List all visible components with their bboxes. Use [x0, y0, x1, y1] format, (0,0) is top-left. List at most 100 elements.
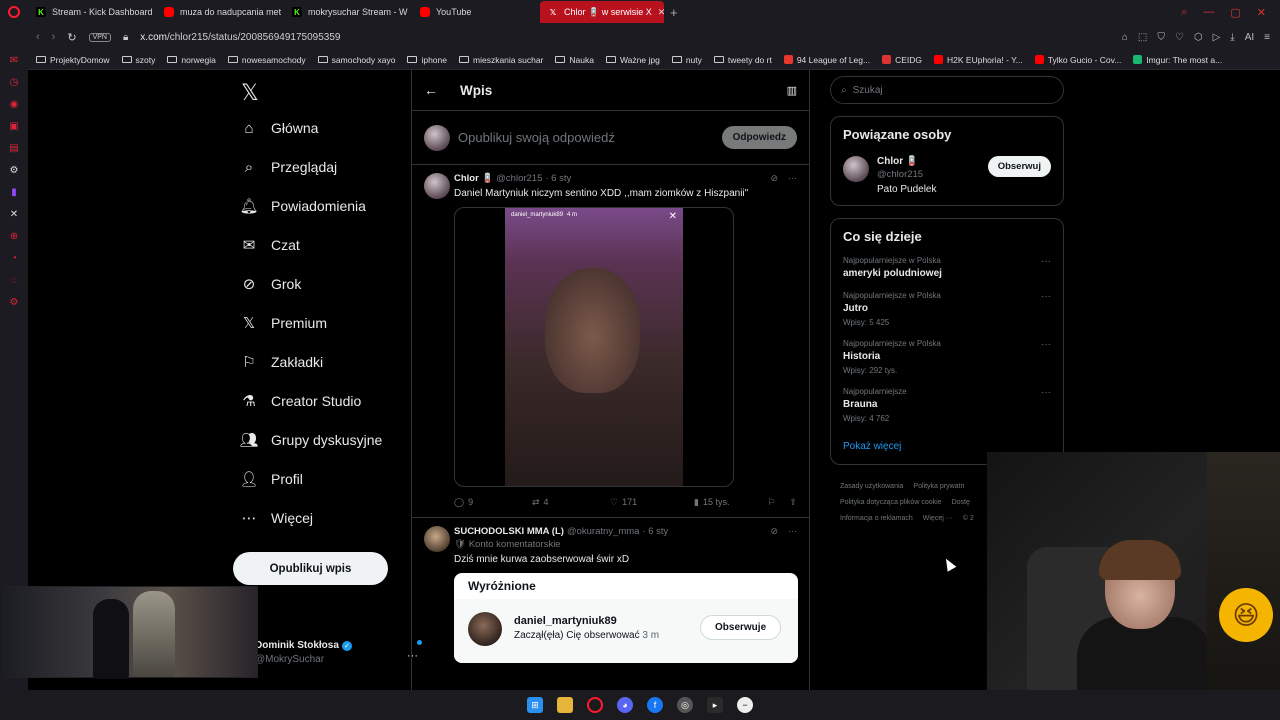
bookmark-site[interactable]: 94 League of Leg...: [783, 55, 870, 65]
reply-action[interactable]: ◯ 9: [454, 497, 532, 508]
tweet-author-handle[interactable]: @okuratny_mma: [567, 526, 639, 537]
account-switcher[interactable]: Dominik Stokłosa ✓ @MokrySuchar ···: [255, 640, 422, 665]
trend-item[interactable]: Najpopularniejsze w Polska ameryki polud…: [843, 256, 1051, 279]
reply-tweet[interactable]: SUCHODOLSKI MMA (L) @okuratny_mma · 6 st…: [412, 518, 809, 663]
featured-card[interactable]: Wyróżnione daniel_martyniuk89 Zaczął(ęła…: [454, 573, 798, 663]
pinboard-icon[interactable]: ▣: [7, 120, 21, 132]
back-arrow-icon[interactable]: ←: [424, 82, 438, 98]
nav-item-grok[interactable]: ⊘ Grok: [241, 276, 302, 293]
repost-action[interactable]: ⇄ 4: [532, 497, 610, 508]
bookmark-folder[interactable]: nowesamochody: [227, 55, 306, 65]
footer-link[interactable]: Więcej ···: [923, 515, 953, 522]
more-icon[interactable]: ···: [1041, 339, 1051, 350]
opera-icon[interactable]: [587, 697, 603, 713]
opera-logo-icon[interactable]: [0, 0, 28, 24]
browser-tab-active[interactable]: 𝕏 Chlor 🪫 w serwisie X ✕: [540, 1, 664, 23]
bookmark-site[interactable]: Tylko Gucio - Cov...: [1034, 55, 1121, 65]
x-icon[interactable]: ✕: [7, 208, 21, 220]
share-icon[interactable]: ⇪: [789, 497, 797, 508]
bookmark-site[interactable]: Imgur: The most a...: [1133, 55, 1222, 65]
messenger-icon[interactable]: f: [647, 697, 663, 713]
windows-start-icon[interactable]: ⊞: [527, 697, 543, 713]
browser-tab[interactable]: K Stream - Kick Dashboard: [28, 1, 156, 23]
tweet-video[interactable]: daniel_martyniuk89 4 m ✕: [454, 207, 734, 487]
x-logo-icon[interactable]: 𝕏: [241, 80, 259, 106]
bookmark-folder[interactable]: szoty: [121, 55, 155, 65]
follow-button[interactable]: Obserwuj: [987, 156, 1051, 177]
tweet-time[interactable]: · 6 sty: [545, 173, 571, 184]
extensions-icon[interactable]: ⬡: [1194, 32, 1203, 43]
bookmark-site[interactable]: CEIDG: [882, 55, 922, 65]
bookmark-folder[interactable]: norwegia: [167, 55, 216, 65]
url-field[interactable]: x.com/chlor215/status/2008569491750953​5…: [140, 32, 340, 43]
footer-link[interactable]: Zasady użytkowania: [840, 483, 903, 490]
chatgpt-icon[interactable]: ⚙: [7, 164, 21, 176]
footer-link[interactable]: Polityka prywatn: [913, 483, 964, 490]
bookmark-folder[interactable]: ProjektyDomow: [36, 55, 110, 65]
nav-item-chat[interactable]: ✉ Czat: [241, 237, 300, 254]
twitch-icon[interactable]: ▮: [7, 186, 21, 198]
ai-button[interactable]: AI: [1245, 32, 1254, 43]
trend-item[interactable]: Najpopularniejsze w Polska Historia Wpis…: [843, 339, 1051, 375]
bookmark-icon[interactable]: ⚐: [767, 497, 775, 508]
forward-icon[interactable]: ›: [52, 31, 56, 43]
search-input[interactable]: ⌕ Szukaj: [830, 76, 1064, 104]
nav-item-explore[interactable]: ⌕ Przeglądaj: [241, 159, 337, 176]
reply-button[interactable]: Odpowiedz: [721, 126, 797, 149]
more-icon[interactable]: ···: [1041, 387, 1051, 398]
tweet-author-handle[interactable]: @chlor215: [496, 173, 542, 184]
reader-mode-icon[interactable]: ▥: [787, 84, 797, 97]
footer-link[interactable]: Dostę: [952, 499, 970, 506]
nav-item-home[interactable]: ⌂ Główna: [241, 120, 318, 137]
app-icon[interactable]: −: [737, 697, 753, 713]
reply-tweet[interactable]: Chlor 🪫 @chlor215 · 6 sty ⊘ ··· Daniel Ma…: [412, 165, 809, 518]
trend-item[interactable]: Najpopularniejsze Brauna Wpisy: 4 762 ··…: [843, 387, 1051, 423]
browser-tab[interactable]: YouTube: [412, 1, 540, 23]
nav-item-bookmarks[interactable]: ⚐ Zakładki: [241, 354, 323, 371]
more-icon[interactable]: ···: [1041, 256, 1051, 267]
avatar[interactable]: [424, 526, 450, 552]
views-action[interactable]: ▮ 15 tys.: [694, 497, 729, 508]
app-icon[interactable]: ◎: [677, 697, 693, 713]
bookmark-folder[interactable]: nuty: [671, 55, 702, 65]
heart-icon[interactable]: ♡: [1175, 32, 1184, 43]
speed-dial-icon[interactable]: ◉: [7, 98, 21, 110]
clock-icon[interactable]: ◔: [7, 252, 21, 264]
bookmark-page-icon[interactable]: ⌂: [1122, 32, 1128, 43]
chat-icon[interactable]: ◌: [7, 274, 21, 286]
download-icon[interactable]: ⤓: [1230, 32, 1234, 43]
back-icon[interactable]: ‹: [36, 31, 40, 43]
nav-item-creator-studio[interactable]: ⚗ Creator Studio: [241, 393, 361, 410]
nav-item-more[interactable]: ⋯ Więcej: [241, 510, 314, 527]
footer-link[interactable]: Polityka dotycząca plików cookie: [840, 499, 942, 506]
maximize-icon[interactable]: ▢: [1230, 6, 1240, 19]
tweet-author-name[interactable]: Chlor 🪫: [454, 173, 493, 184]
like-action[interactable]: ♡ 171: [610, 497, 680, 508]
close-window-icon[interactable]: ✕: [1257, 6, 1266, 19]
bookmark-folder[interactable]: Ważne jpg: [605, 55, 660, 65]
browser-tab[interactable]: muza do nadupcania met: [156, 1, 284, 23]
bookmark-site[interactable]: H2K EUphoria! - Y...: [934, 55, 1023, 65]
bookmark-folder[interactable]: mieszkania suchar: [459, 55, 543, 65]
more-icon[interactable]: ···: [788, 526, 797, 537]
bookmark-folder[interactable]: samochody xayo: [317, 55, 395, 65]
settings-icon[interactable]: ⚙: [7, 296, 21, 308]
browser-tab[interactable]: Kmokrysuchar Stream - W: [284, 1, 412, 23]
reply-input[interactable]: Opublikuj swoją odpowiedź: [458, 130, 714, 145]
grok-icon[interactable]: ⊘: [770, 526, 778, 537]
bookmark-folder[interactable]: tweety do rt: [713, 55, 772, 65]
nav-item-profile[interactable]: 👤︎ Profil: [239, 471, 302, 488]
new-tab-icon[interactable]: +: [664, 5, 684, 20]
bookmark-folder[interactable]: iphone: [407, 55, 447, 65]
footer-link[interactable]: © 2: [963, 515, 974, 522]
grok-icon[interactable]: ⊘: [770, 173, 778, 184]
footer-link[interactable]: Informacja o reklamach: [840, 515, 913, 522]
terminal-icon[interactable]: ▸: [707, 697, 723, 713]
file-explorer-icon[interactable]: [557, 697, 573, 713]
minimize-icon[interactable]: —: [1203, 6, 1214, 19]
avatar[interactable]: [424, 173, 450, 199]
history-icon[interactable]: ◷: [7, 76, 21, 88]
shield-icon[interactable]: ⛉: [1157, 32, 1165, 43]
reload-icon[interactable]: ↻: [67, 31, 76, 44]
add-icon[interactable]: ⊕: [7, 230, 21, 242]
